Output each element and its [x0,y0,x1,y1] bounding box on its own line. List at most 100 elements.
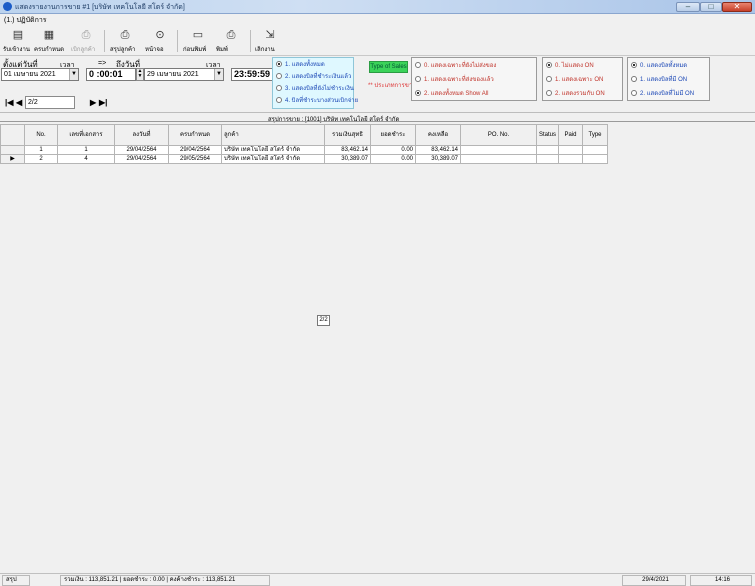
cell-po[interactable] [460,154,537,164]
cell-customer[interactable]: บริษัท เทคโนโลยี สโตร์ จำกัด [221,154,325,164]
cell-total[interactable]: 30,389.07 [324,154,371,164]
cell-paid-flag[interactable] [558,154,584,164]
grid-icon: ▦ [43,29,55,41]
column-header[interactable]: ลงวันที่ [114,124,169,146]
column-header[interactable]: Paid [558,124,584,146]
to-time-input[interactable]: 23:59:59 [231,68,273,81]
cell-paid[interactable]: 0.00 [370,145,416,155]
preview-icon: ▭ [192,29,204,41]
radio-bills-without-on[interactable]: 2. แสดงบิลที่ไม่มี ON [631,88,694,98]
cell-no[interactable]: 1 [24,145,58,155]
cell-customer[interactable]: บริษัท เทคโนโลยี สโตร์ จำกัด [221,145,325,155]
cell-balance[interactable]: 83,462.14 [415,145,461,155]
from-time-input[interactable]: 0 :00:01 [86,68,136,81]
maximize-button[interactable]: □ [700,2,722,12]
menu-bar: (1.) ปฏิบัติการ [0,14,755,26]
row-marker[interactable] [0,145,25,155]
cell-date[interactable]: 29/04/2564 [114,145,169,155]
binoculars-icon: ⊙ [155,29,165,41]
screen-button[interactable]: ⊙ หน้าจอ [145,28,175,54]
due-button[interactable]: ▦ ครบกำหนด [34,28,64,54]
radio-on-icon [631,62,637,68]
cell-total[interactable]: 83,462.14 [324,145,371,155]
from-date-select[interactable]: 01 เมษายน 2021 ▼ [1,68,79,81]
cell-paid-flag[interactable] [558,145,584,155]
cell-paid[interactable]: 0.00 [370,154,416,164]
print-button[interactable]: ⎙ พิมพ์ [216,28,246,54]
radio-undelivered[interactable]: 0. แสดงเฉพาะที่ยังไม่ส่งของ [415,60,496,70]
radio-paid[interactable]: 2. แสดงบิลที่ชำระเงินแล้ว [276,71,351,81]
summary-customer-button[interactable]: ⎙ สรุปลูกค้า [110,28,140,54]
column-header[interactable]: No. [24,124,58,146]
exit-button[interactable]: ⇲ เลิกงาน [255,28,285,54]
column-header[interactable]: รวมเงินสุทธิ [324,124,371,146]
table-row[interactable]: 1 1 29/04/2564 29/04/2564 บริษัท เทคโนโล… [0,145,609,155]
minimize-button[interactable]: – [676,2,700,12]
column-header-marker [0,124,25,146]
column-header[interactable]: เลขที่เอกสาร [57,124,115,146]
from-time-spinner[interactable]: ▲ ▼ [136,68,144,81]
chevron-down-icon[interactable]: ▼ [214,69,223,80]
cell-due[interactable]: 29/04/2564 [168,145,222,155]
receive-job-button[interactable]: ▤ รับเข้างาน [3,28,33,54]
radio-off-icon [546,76,552,82]
column-header[interactable]: ครบกำหนด [168,124,222,146]
cell-type[interactable] [582,145,609,155]
title-bar: แสดงรายงานการขาย #1 [บริษัท เทคโนโลยี สโ… [0,0,755,14]
cell-po[interactable] [460,145,537,155]
status-date: 29/4/2021 [622,575,686,586]
menu-item-operations[interactable]: (1.) ปฏิบัติการ [4,15,47,26]
radio-only-on[interactable]: 1. แสดงเฉพาะ ON [546,74,603,84]
table-row[interactable]: ▶ 2 4 29/04/2564 29/05/2564 บริษัท เทคโน… [0,154,609,164]
to-date-select[interactable]: 29 เมษายน 2021 ▼ [144,68,224,81]
radio-off-icon [631,76,637,82]
radio-bills-with-on[interactable]: 1. แสดงบิลที่มี ON [631,74,687,84]
cell-due[interactable]: 29/05/2564 [168,154,222,164]
column-header[interactable]: PO. No. [460,124,537,146]
nav-first-button[interactable]: |◀ [5,97,15,109]
print-preview-button[interactable]: ▭ ก่อนพิมพ์ [183,28,213,54]
cell-doc[interactable]: 4 [57,154,115,164]
window-title: แสดงรายงานการขาย #1 [บริษัท เทคโนโลยี สโ… [15,4,185,11]
radio-delivered[interactable]: 1. แสดงเฉพาะที่ส่งของแล้ว [415,74,494,84]
arrow-label: => [98,60,107,67]
nav-prev-button[interactable]: ◀ [16,97,24,109]
radio-unpaid[interactable]: 3. แสดงบิลที่ยังไม่ชำระเงิน [276,83,354,93]
cell-status[interactable] [535,154,560,164]
radio-off-icon [276,73,282,79]
radio-show-all[interactable]: 1. แสดงทั้งหมด [276,59,325,69]
radio-hide-on[interactable]: 0. ไม่แสดง ON [546,60,594,70]
radio-on-icon [415,90,421,96]
cell-doc[interactable]: 1 [57,145,115,155]
column-header[interactable]: คงเหลือ [415,124,461,146]
nav-next-button[interactable]: ▶ [90,97,98,109]
radio-with-on[interactable]: 2. แสดงรวมกับ ON [546,88,605,98]
cell-balance[interactable]: 30,389.07 [415,154,461,164]
nav-last-button[interactable]: ▶| [99,97,111,109]
chevron-down-icon[interactable]: ▼ [69,69,78,80]
cell-status[interactable] [535,145,560,155]
type-of-sales-button[interactable]: Type of Sales [369,61,408,73]
column-header[interactable]: ลูกค้า [221,124,325,146]
cell-no[interactable]: 2 [24,154,58,164]
column-header[interactable]: Status [535,124,560,146]
cell-type[interactable] [582,154,609,164]
exit-icon: ⇲ [265,29,275,41]
close-button[interactable]: ✕ [722,2,752,12]
page-indicator: 2/2 [317,315,330,326]
radio-partial[interactable]: 4. บิลที่ชำระบางส่วนเบิกจ่าย [276,95,358,105]
cell-date[interactable]: 29/04/2564 [114,154,169,164]
withdraw-customer-button[interactable]: ⎙ เบิกลูกค้า [71,28,101,54]
grid-caption: สรุปการขาย : [1001] บริษัท เทคโนโลยี สโต… [268,117,400,123]
radio-all-bills[interactable]: 0. แสดงบิลทั้งหมด [631,60,687,70]
radio-off-icon [631,90,637,96]
radio-off-icon [276,97,282,103]
status-summary: รวมเงิน : 113,851.21 | ยอดชำระ : 0.00 | … [60,575,270,586]
payment-filter-group: 1. แสดงทั้งหมด 2. แสดงบิลที่ชำระเงินแล้ว… [272,57,358,109]
radio-delivery-all[interactable]: 2. แสดงทั้งหมด Show All [415,88,488,98]
row-marker[interactable]: ▶ [0,154,25,164]
list-icon: ▤ [12,29,24,41]
column-header[interactable]: ยอดชำระ [370,124,416,146]
column-header[interactable]: Type [582,124,609,146]
radio-on-icon [546,62,552,68]
